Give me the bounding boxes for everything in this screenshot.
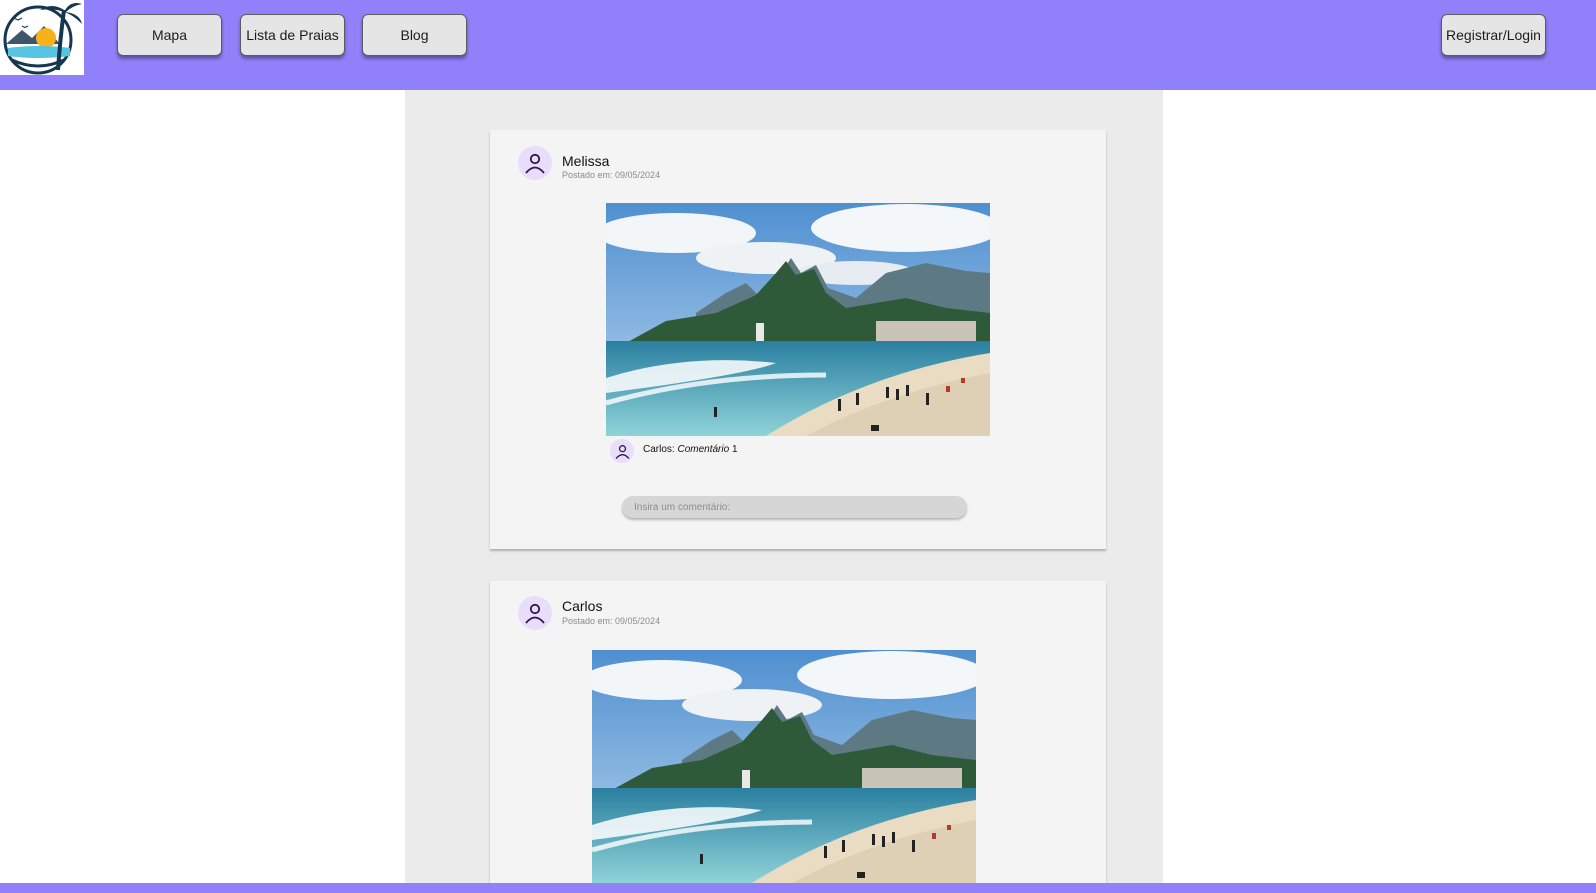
blog-post: Melissa Postado em: 09/05/2024 Carlos: C… — [490, 130, 1106, 549]
post-author: Melissa — [562, 153, 610, 169]
nav-mapa-button[interactable]: Mapa — [117, 14, 222, 56]
nav-lista-praias-button[interactable]: Lista de Praias — [240, 14, 345, 56]
blog-feed[interactable]: Melissa Postado em: 09/05/2024 Carlos: C… — [405, 90, 1163, 893]
nav-blog-button[interactable]: Blog — [362, 14, 467, 56]
comment-body: Comentário — [677, 444, 730, 455]
user-icon — [610, 439, 634, 463]
bottom-bar — [0, 883, 1596, 893]
post-author: Carlos — [562, 598, 603, 614]
comment-text: Carlos: Comentário 1 — [643, 444, 738, 455]
register-login-button[interactable]: Registrar/Login — [1441, 14, 1546, 56]
comment-user: Carlos: — [643, 444, 675, 455]
beach-photo — [606, 203, 990, 436]
beach-photo — [592, 650, 976, 883]
user-icon — [518, 596, 552, 630]
site-logo[interactable] — [0, 0, 84, 75]
blog-post: Carlos Postado em: 09/05/2024 — [490, 581, 1106, 893]
comment-input[interactable] — [622, 496, 967, 518]
user-icon — [518, 146, 552, 180]
comment-number: 1 — [731, 444, 738, 455]
post-date: Postado em: 09/05/2024 — [562, 616, 661, 626]
post-date: Postado em: 09/05/2024 — [562, 170, 661, 180]
top-navbar: Mapa Lista de Praias Blog Registrar/Logi… — [0, 0, 1596, 90]
